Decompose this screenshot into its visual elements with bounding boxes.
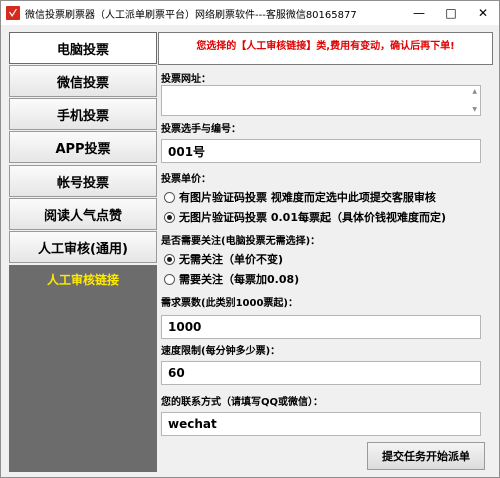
url-textarea[interactable]: ▲ ▼ [161, 85, 481, 116]
window-title: 微信投票刷票器（人工派单刷票平台）网络刷票软件---客服微信80165877 [25, 9, 357, 21]
follow-option-none[interactable]: 无需关注（单价不变) [164, 251, 283, 267]
contact-label: 您的联系方式（请填写QQ或微信）： [161, 397, 324, 408]
follow-option-required-label: 需要关注（每票加0.08) [179, 273, 300, 286]
url-label: 投票网址： [161, 74, 211, 85]
price-option-captcha[interactable]: 有图片验证码投票 视难度而定选中此项提交客服审核 [164, 189, 436, 205]
radio-unchecked-icon[interactable] [164, 191, 175, 203]
submit-button[interactable]: 提交任务开始派单 [367, 442, 485, 470]
close-button[interactable]: ✕ [467, 1, 499, 25]
radio-checked-icon[interactable] [164, 211, 175, 223]
quantity-label: 需求票数(此类别1000票起)： [161, 298, 298, 309]
minimize-button[interactable]: — [403, 1, 435, 25]
scroll-down-icon[interactable]: ▼ [472, 106, 477, 113]
follow-option-none-label: 无需关注（单价不变) [179, 253, 284, 266]
speed-input[interactable]: 60 [161, 361, 481, 385]
scroll-up-icon[interactable]: ▲ [472, 88, 477, 95]
candidate-label: 投票选手与编号： [161, 124, 241, 135]
contact-input[interactable]: wechat [161, 412, 481, 436]
price-option-captcha-label: 有图片验证码投票 视难度而定选中此项提交客服审核 [179, 191, 436, 204]
price-option-no-captcha-label: 无图片验证码投票 0.01每票起（具体价钱视难度而定) [179, 211, 446, 224]
title-bar: 微信投票刷票器（人工派单刷票平台）网络刷票软件---客服微信80165877 —… [1, 1, 499, 25]
notice-text: 您选择的【人工审核链接】类,费用有变动，确认后再下单! [196, 41, 455, 52]
notice-box: 您选择的【人工审核链接】类,费用有变动，确认后再下单! [158, 32, 493, 65]
sidebar-item-read-like[interactable]: 阅读人气点赞 [9, 198, 157, 230]
speed-label: 速度限制(每分钟多少票)： [161, 346, 281, 357]
maximize-button[interactable]: □ [435, 1, 467, 25]
radio-checked-icon[interactable] [164, 253, 175, 265]
window-controls: — □ ✕ [403, 1, 499, 25]
manual-review-link[interactable]: 人工审核链接 [9, 271, 157, 288]
sidebar-item-app-vote[interactable]: APP投票 [9, 131, 157, 163]
candidate-input[interactable]: 001号 [161, 139, 481, 163]
price-option-no-captcha[interactable]: 无图片验证码投票 0.01每票起（具体价钱视难度而定) [164, 209, 446, 225]
sidebar-item-mobile-vote[interactable]: 手机投票 [9, 98, 157, 130]
sidebar-item-manual-review[interactable]: 人工审核(通用) [9, 231, 157, 263]
quantity-input[interactable]: 1000 [161, 315, 481, 339]
sidebar: 电脑投票 微信投票 手机投票 APP投票 帐号投票 阅读人气点赞 人工审核(通用… [9, 32, 157, 472]
app-window: 微信投票刷票器（人工派单刷票平台）网络刷票软件---客服微信80165877 —… [0, 0, 500, 478]
follow-label: 是否需要关注(电脑投票无需选择)： [161, 236, 321, 247]
follow-option-required[interactable]: 需要关注（每票加0.08) [164, 271, 299, 287]
price-label: 投票单价： [161, 174, 211, 185]
sidebar-item-pc-vote[interactable]: 电脑投票 [9, 32, 157, 64]
sidebar-item-account-vote[interactable]: 帐号投票 [9, 165, 157, 197]
radio-unchecked-icon[interactable] [164, 273, 175, 285]
app-logo-icon [6, 6, 20, 20]
sidebar-item-wechat-vote[interactable]: 微信投票 [9, 65, 157, 97]
main-form: 您选择的【人工审核链接】类,费用有变动，确认后再下单! 投票网址： ▲ ▼ 投票… [158, 32, 493, 472]
sidebar-subpanel: 人工审核链接 [9, 265, 157, 472]
